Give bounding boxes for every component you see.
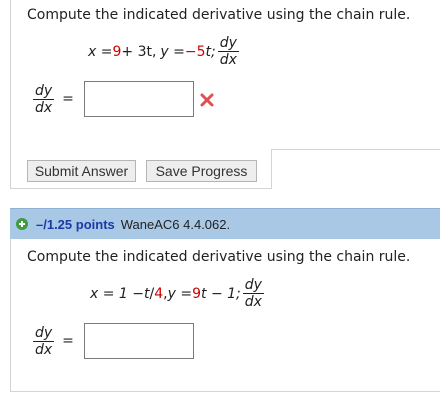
equals-sign: = (62, 91, 74, 107)
answer-label-denominator: dx (35, 99, 53, 116)
answer-label-fraction: dy dx (33, 82, 55, 116)
question-id: WaneAC6 4.4.062. (120, 216, 231, 232)
eq2-x-denominator: 4 (154, 285, 164, 302)
question-2-equation: x = 1 − t / 4 , y = 9 t − 1; dy dx (90, 278, 266, 309)
derivative-fraction-2: dy dx (242, 277, 264, 310)
question-2-prompt: Compute the indicated derivative using t… (27, 249, 411, 265)
red-x-icon (200, 92, 214, 107)
derivative-denominator: dx (219, 52, 237, 68)
derivative-numerator-2: dy (242, 277, 264, 294)
question-2-header: –/1.25 points WaneAC6 4.4.062. (10, 208, 440, 239)
save-progress-button[interactable]: Save Progress (146, 160, 257, 182)
panel-corner (271, 149, 440, 189)
answer-input-2[interactable] (83, 323, 194, 359)
eq-y-coefficient: −5 (184, 43, 206, 60)
eq-x-rest: + 3t, (121, 43, 157, 60)
eq2-x-lhs: x = 1 − (90, 285, 145, 302)
question-2-answer-row: dy dx = (31, 323, 194, 359)
answer-label-fraction-2: dy dx (33, 324, 55, 358)
derivative-numerator: dy (217, 35, 239, 52)
panel-divider (10, 188, 272, 189)
points-label: –/1.25 points (36, 216, 115, 232)
plus-circle-icon[interactable] (16, 218, 28, 230)
derivative-denominator-2: dx (244, 294, 262, 310)
eq-x-lhs: x = (88, 43, 113, 60)
eq2-y-coefficient: 9 (192, 285, 201, 302)
eq2-y-lhs: y = (167, 285, 193, 302)
submit-answer-button[interactable]: Submit Answer (27, 160, 136, 182)
eq2-y-rest: t − 1; (201, 285, 241, 302)
equals-sign-2: = (62, 333, 74, 349)
answer-input-1[interactable] (83, 81, 194, 117)
answer-label-numerator: dy (33, 82, 55, 100)
answer-label-numerator-2: dy (33, 324, 55, 342)
eq-y-rest: t; (205, 43, 216, 60)
question-1-equation: x = 9 + 3t, y = −5 t; dy dx (88, 36, 241, 67)
eq-x-constant: 9 (112, 43, 122, 60)
derivative-fraction: dy dx (217, 35, 239, 68)
question-1-prompt: Compute the indicated derivative using t… (27, 7, 411, 23)
question-1-answer-row: dy dx = (31, 81, 214, 117)
answer-label-denominator-2: dx (35, 341, 53, 358)
eq-y-lhs: y = (160, 43, 185, 60)
